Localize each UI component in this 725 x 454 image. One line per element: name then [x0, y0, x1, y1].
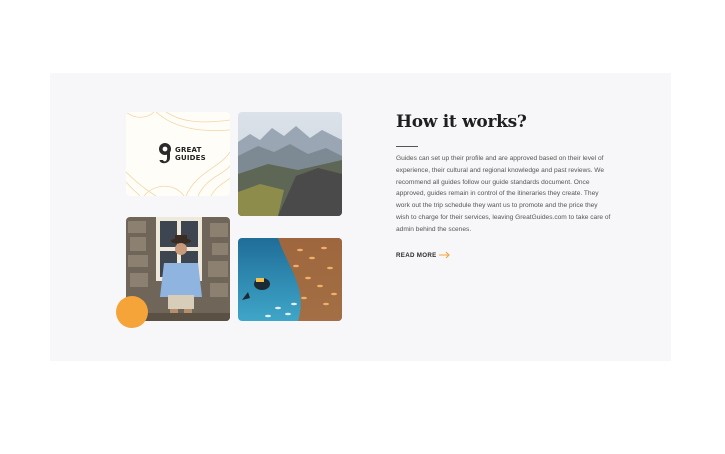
great-guides-logo: GREAT GUIDES: [158, 142, 206, 166]
title-divider: [396, 146, 418, 147]
logo-line-1: GREAT: [175, 146, 202, 154]
mountain-photo: [238, 112, 342, 216]
mountain-image: [238, 112, 342, 216]
underwater-photo: [238, 238, 342, 321]
read-more-label: READ MORE: [396, 251, 437, 259]
logo-wordmark: GREAT GUIDES: [175, 146, 206, 162]
section-description: Guides can set up their profile and are …: [396, 155, 611, 233]
section-title: How it works?: [396, 112, 527, 132]
read-more-link[interactable]: READ MORE: [396, 251, 451, 259]
accent-circle: [116, 296, 148, 328]
diver-image: [238, 238, 342, 321]
arrow-right-icon: [438, 251, 450, 259]
g-logo-icon: [159, 143, 171, 164]
logo-line-2: GUIDES: [175, 154, 206, 162]
